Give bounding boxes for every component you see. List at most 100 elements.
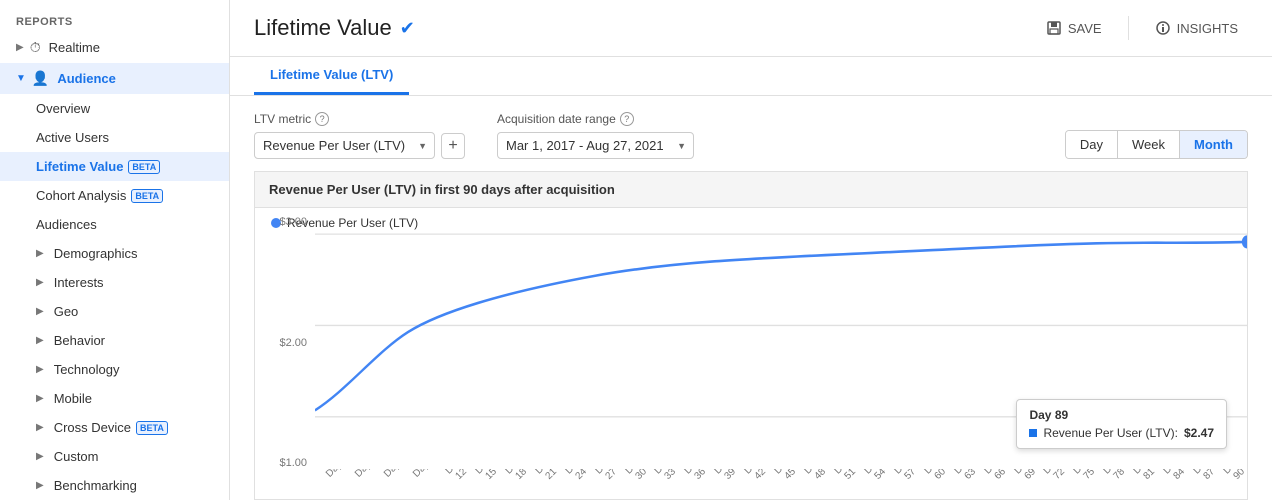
chevron-right-icon: ▶ (36, 306, 44, 317)
main-content: Lifetime Value ✔ SAVE INSIGHTS Lifetime … (230, 0, 1272, 500)
main-header: Lifetime Value ✔ SAVE INSIGHTS (230, 0, 1272, 57)
chevron-down-icon: ▼ (16, 73, 26, 84)
realtime-icon: ⏱ (30, 39, 41, 56)
acquisition-date-label: Acquisition date range ? (497, 112, 694, 126)
audience-icon: 👤 (32, 70, 49, 87)
sidebar-item-label: Benchmarking (54, 478, 137, 493)
sidebar-item-geo[interactable]: ▶ Geo (0, 297, 229, 326)
sidebar-item-label: Audience (57, 71, 116, 86)
date-range-select[interactable]: Mar 1, 2017 - Aug 27, 2021 (497, 132, 694, 159)
sidebar-item-label: Demographics (54, 246, 138, 261)
beta-badge: BETA (136, 421, 168, 435)
time-range-buttons: Day Week Month (1065, 130, 1248, 159)
chevron-right-icon: ▶ (36, 451, 44, 462)
sidebar-item-interests[interactable]: ▶ Interests (0, 268, 229, 297)
x-label: Day 0 (323, 469, 351, 481)
chevron-right-icon: ▶ (36, 393, 44, 404)
sidebar-item-label: Custom (54, 449, 99, 464)
acquisition-date-control: Acquisition date range ? Mar 1, 2017 - A… (497, 112, 694, 159)
beta-badge: BETA (131, 189, 163, 203)
sidebar-item-benchmarking[interactable]: ▶ Benchmarking (0, 471, 229, 500)
save-label: SAVE (1068, 21, 1102, 36)
sidebar-item-active-users[interactable]: Active Users (0, 123, 229, 152)
sidebar-item-overview[interactable]: Overview (0, 94, 229, 123)
tab-bar: Lifetime Value (LTV) (230, 57, 1272, 96)
sidebar-item-label: Interests (54, 275, 104, 290)
insights-icon (1155, 20, 1171, 36)
ltv-metric-select-row: Revenue Per User (LTV) + (254, 132, 465, 159)
tab-label: Lifetime Value (LTV) (270, 67, 393, 82)
sidebar-item-label: Geo (54, 304, 79, 319)
acquisition-date-help-icon[interactable]: ? (620, 112, 634, 126)
y-label-1: $1.00 (263, 457, 307, 469)
save-icon (1046, 20, 1062, 36)
time-btn-day[interactable]: Day (1066, 131, 1118, 158)
sidebar-item-audience[interactable]: ▼ 👤 Audience (0, 63, 229, 94)
time-btn-week[interactable]: Week (1118, 131, 1180, 158)
sidebar-item-label: Lifetime Value (36, 159, 123, 174)
x-axis: Day 0 Day 3 Day 6 Day 9 Day 12 Day 15 Da… (315, 469, 1247, 499)
chart-tooltip: Day 89 Revenue Per User (LTV): $2.47 (1016, 399, 1227, 449)
ltv-metric-label: LTV metric ? (254, 112, 465, 126)
sidebar-item-label: Audiences (36, 217, 97, 232)
ltv-metric-select[interactable]: Revenue Per User (LTV) (254, 132, 435, 159)
tooltip-metric-value: $2.47 (1184, 426, 1214, 440)
sidebar-item-label: Cohort Analysis (36, 188, 126, 203)
ltv-metric-select-wrapper: Revenue Per User (LTV) (254, 132, 435, 159)
chart-container: Revenue Per User (LTV) in first 90 days … (230, 171, 1272, 500)
date-range-select-wrapper: Mar 1, 2017 - Aug 27, 2021 (497, 132, 694, 159)
header-divider (1128, 16, 1129, 40)
sidebar-item-realtime[interactable]: ▶ ⏱ Realtime (0, 32, 229, 63)
ltv-metric-help-icon[interactable]: ? (315, 112, 329, 126)
chevron-right-icon: ▶ (36, 364, 44, 375)
tooltip-day: Day 89 (1029, 408, 1214, 422)
sidebar-item-cohort-analysis[interactable]: Cohort Analysis BETA (0, 181, 229, 210)
verified-icon: ✔ (400, 18, 415, 39)
controls-row: LTV metric ? Revenue Per User (LTV) + Ac… (230, 96, 1272, 171)
chevron-right-icon: ▶ (36, 335, 44, 346)
y-axis: $3.00 $2.00 $1.00 (255, 208, 315, 469)
time-btn-month[interactable]: Month (1180, 131, 1247, 158)
sidebar-item-audiences[interactable]: Audiences (0, 210, 229, 239)
save-button[interactable]: SAVE (1036, 14, 1112, 42)
chart-area: Revenue Per User (LTV) $3.00 $2.00 $1.00 (254, 207, 1248, 500)
chevron-right-icon: ▶ (36, 480, 44, 491)
insights-button[interactable]: INSIGHTS (1145, 14, 1248, 42)
x-label: Day 9 (410, 469, 438, 481)
sidebar-item-technology[interactable]: ▶ Technology (0, 355, 229, 384)
chevron-icon: ▶ (16, 42, 24, 53)
sidebar-item-custom[interactable]: ▶ Custom (0, 442, 229, 471)
tab-lifetime-value[interactable]: Lifetime Value (LTV) (254, 57, 409, 95)
add-metric-button[interactable]: + (441, 133, 465, 159)
y-label-2: $2.00 (263, 337, 307, 349)
x-label: Day 90 (1217, 469, 1247, 489)
tooltip-metric-label: Revenue Per User (LTV): (1043, 426, 1178, 440)
header-actions: SAVE INSIGHTS (1036, 14, 1248, 42)
sidebar-item-cross-device[interactable]: ▶ Cross Device BETA (0, 413, 229, 442)
sidebar: REPORTS ▶ ⏱ Realtime ▼ 👤 Audience Overvi… (0, 0, 230, 500)
sidebar-item-mobile[interactable]: ▶ Mobile (0, 384, 229, 413)
sidebar-item-label: Realtime (49, 40, 100, 55)
chevron-right-icon: ▶ (36, 277, 44, 288)
sidebar-item-label: Overview (36, 101, 90, 116)
sidebar-item-label: Mobile (54, 391, 92, 406)
insights-label: INSIGHTS (1177, 21, 1238, 36)
tooltip-item: Revenue Per User (LTV): $2.47 (1029, 426, 1214, 440)
page-title: Lifetime Value ✔ (254, 15, 415, 41)
tooltip-dot (1029, 429, 1037, 437)
chart-title: Revenue Per User (LTV) in first 90 days … (254, 171, 1248, 207)
ltv-metric-control: LTV metric ? Revenue Per User (LTV) + (254, 112, 465, 159)
chevron-right-icon: ▶ (36, 422, 44, 433)
sidebar-reports-label: REPORTS (0, 8, 229, 32)
sidebar-item-label: Behavior (54, 333, 105, 348)
beta-badge: BETA (128, 160, 160, 174)
sidebar-item-label: Cross Device (54, 420, 131, 435)
x-label: Day 6 (381, 469, 409, 481)
page-title-text: Lifetime Value (254, 15, 392, 41)
sidebar-item-lifetime-value[interactable]: Lifetime Value BETA (0, 152, 229, 181)
y-label-3: $3.00 (263, 216, 307, 228)
sidebar-item-behavior[interactable]: ▶ Behavior (0, 326, 229, 355)
sidebar-item-demographics[interactable]: ▶ Demographics (0, 239, 229, 268)
x-label: Day 3 (352, 469, 380, 481)
sidebar-item-label: Technology (54, 362, 120, 377)
